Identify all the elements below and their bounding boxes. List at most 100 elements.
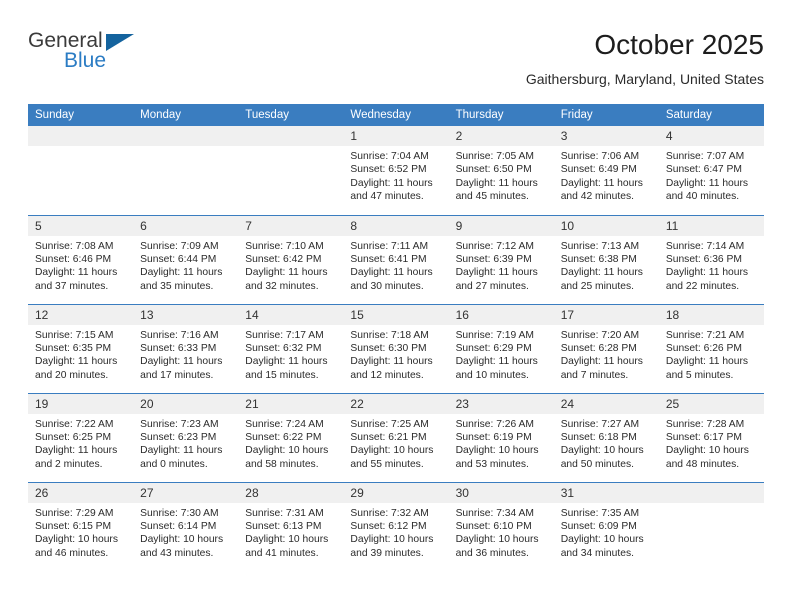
daylight-text-line2: and 15 minutes.	[245, 369, 319, 381]
calendar-day-cell[interactable]: 27 Sunrise: 7:30 AM Sunset: 6:14 PM Dayligh…	[133, 481, 239, 571]
daylight-text-line2: and 50 minutes.	[560, 458, 634, 470]
calendar-day-cell[interactable]: 28 Sunrise: 7:31 AM Sunset: 6:13 PM Dayligh…	[238, 481, 344, 571]
calendar-day-cell[interactable]: 12 Sunrise: 7:15 AM Sunset: 6:35 PM Dayligh…	[28, 303, 134, 393]
calendar-day-cell-empty	[658, 481, 764, 571]
calendar-day-cell[interactable]: 13 Sunrise: 7:16 AM Sunset: 6:33 PM Dayligh…	[133, 303, 239, 393]
daylight-text-line1: Daylight: 10 hours	[455, 445, 539, 457]
sunrise-text: Sunrise: 7:05 AM	[455, 151, 534, 162]
calendar-day-cell[interactable]: 3 Sunrise: 7:06 AM Sunset: 6:49 PM Daylight…	[553, 126, 659, 215]
calendar-day-cell[interactable]: 1 Sunrise: 7:04 AM Sunset: 6:52 PM Daylight…	[343, 126, 449, 215]
day-number: 28	[238, 482, 344, 503]
calendar-day-cell[interactable]: 10 Sunrise: 7:13 AM Sunset: 6:38 PM Dayligh…	[553, 214, 659, 304]
calendar-day-cell[interactable]: 9 Sunrise: 7:12 AM Sunset: 6:39 PM Daylight…	[448, 214, 554, 304]
day-details: Sunrise: 7:32 AM Sunset: 6:12 PM Daylight:…	[343, 503, 448, 561]
day-number: 10	[553, 215, 659, 236]
daylight-text-line2: and 39 minutes.	[350, 547, 424, 559]
day-details: Sunrise: 7:31 AM Sunset: 6:13 PM Daylight:…	[238, 503, 343, 561]
day-details: Sunrise: 7:22 AM Sunset: 6:25 PM Daylight:…	[28, 414, 133, 472]
sunset-text: Sunset: 6:12 PM	[350, 520, 427, 532]
sunrise-text: Sunrise: 7:22 AM	[35, 418, 114, 430]
daylight-text-line2: and 41 minutes.	[245, 547, 319, 559]
daylight-text-line2: and 53 minutes.	[455, 458, 529, 470]
calendar-day-cell[interactable]: 11 Sunrise: 7:14 AM Sunset: 6:36 PM Dayligh…	[658, 214, 764, 304]
calendar-day-cell[interactable]: 19 Sunrise: 7:22 AM Sunset: 6:25 PM Dayligh…	[28, 392, 134, 482]
sunset-text: Sunset: 6:46 PM	[35, 253, 112, 265]
day-number: 9	[448, 215, 554, 236]
calendar-day-cell[interactable]: 31 Sunrise: 7:35 AM Sunset: 6:09 PM Dayligh…	[553, 481, 659, 571]
day-details: Sunrise: 7:06 AM Sunset: 6:49 PM Daylight:…	[554, 146, 659, 204]
day-number	[133, 126, 239, 146]
calendar-week-row: 26 Sunrise: 7:29 AM Sunset: 6:15 PM Dayligh…	[28, 481, 764, 571]
daylight-text-line2: and 43 minutes.	[140, 547, 214, 559]
page-subtitle: Gaithersburg, Maryland, United States	[525, 71, 764, 87]
sunrise-text: Sunrise: 7:20 AM	[560, 329, 640, 341]
daylight-text-line1: Daylight: 11 hours	[350, 356, 433, 368]
sunset-text: Sunset: 6:17 PM	[665, 431, 742, 443]
daylight-text-line2: and 42 minutes.	[560, 191, 634, 203]
daylight-text-line1: Daylight: 10 hours	[560, 445, 644, 457]
daylight-text-line2: and 2 minutes.	[35, 458, 103, 470]
daylight-text-line1: Daylight: 10 hours	[35, 534, 118, 546]
sunset-text: Sunset: 6:09 PM	[560, 520, 637, 532]
sunrise-text: Sunrise: 7:29 AM	[35, 507, 114, 519]
sunset-text: Sunset: 6:32 PM	[245, 342, 322, 354]
day-number	[28, 126, 134, 146]
sunset-text: Sunset: 6:50 PM	[455, 164, 532, 176]
sunset-text: Sunset: 6:18 PM	[560, 431, 637, 443]
sunrise-text: Sunrise: 7:30 AM	[140, 507, 219, 519]
daylight-text-line2: and 12 minutes.	[350, 369, 424, 381]
daylight-text-line2: and 45 minutes.	[455, 191, 529, 203]
calendar-day-cell[interactable]: 22 Sunrise: 7:25 AM Sunset: 6:21 PM Dayligh…	[343, 392, 449, 482]
calendar-day-cell[interactable]: 8 Sunrise: 7:11 AM Sunset: 6:41 PM Daylight…	[343, 214, 449, 304]
sunrise-text: Sunrise: 7:28 AM	[665, 418, 745, 430]
calendar-day-cell[interactable]: 24 Sunrise: 7:27 AM Sunset: 6:18 PM Dayligh…	[553, 392, 659, 482]
sunrise-text: Sunrise: 7:07 AM	[665, 151, 745, 162]
calendar-day-cell-empty	[28, 126, 134, 215]
brand-logo[interactable]: General Blue	[28, 28, 158, 78]
calendar-day-cell[interactable]: 7 Sunrise: 7:10 AM Sunset: 6:42 PM Daylight…	[238, 214, 344, 304]
day-details: Sunrise: 7:21 AM Sunset: 6:26 PM Daylight:…	[659, 325, 764, 383]
sunset-text: Sunset: 6:35 PM	[35, 342, 112, 354]
sunset-text: Sunset: 6:19 PM	[455, 431, 532, 443]
weekday-header-wednesday: Wednesday	[343, 104, 449, 126]
daylight-text-line2: and 32 minutes.	[245, 280, 319, 292]
calendar-day-cell[interactable]: 30 Sunrise: 7:34 AM Sunset: 6:10 PM Dayligh…	[448, 481, 554, 571]
daylight-text-line1: Daylight: 10 hours	[245, 534, 329, 546]
calendar-day-cell[interactable]: 21 Sunrise: 7:24 AM Sunset: 6:22 PM Dayligh…	[238, 392, 344, 482]
calendar-day-cell[interactable]: 16 Sunrise: 7:19 AM Sunset: 6:29 PM Dayligh…	[448, 303, 554, 393]
calendar-day-cell[interactable]: 20 Sunrise: 7:23 AM Sunset: 6:23 PM Dayligh…	[133, 392, 239, 482]
sunrise-text: Sunrise: 7:15 AM	[35, 329, 114, 341]
calendar-day-cell[interactable]: 17 Sunrise: 7:20 AM Sunset: 6:28 PM Dayligh…	[553, 303, 659, 393]
day-number: 22	[343, 393, 449, 414]
sunrise-text: Sunrise: 7:12 AM	[455, 240, 534, 252]
calendar-day-cell[interactable]: 14 Sunrise: 7:17 AM Sunset: 6:32 PM Dayligh…	[238, 303, 344, 393]
daylight-text-line1: Daylight: 11 hours	[665, 356, 749, 368]
calendar-day-cell[interactable]: 23 Sunrise: 7:26 AM Sunset: 6:19 PM Dayligh…	[448, 392, 554, 482]
calendar-day-cell[interactable]: 26 Sunrise: 7:29 AM Sunset: 6:15 PM Dayligh…	[28, 481, 134, 571]
daylight-text-line2: and 40 minutes.	[665, 191, 740, 203]
sunrise-text: Sunrise: 7:06 AM	[560, 151, 640, 162]
calendar-day-cell[interactable]: 25 Sunrise: 7:28 AM Sunset: 6:17 PM Dayligh…	[658, 392, 764, 482]
sunset-text: Sunset: 6:42 PM	[245, 253, 322, 265]
daylight-text-line2: and 22 minutes.	[665, 280, 740, 292]
daylight-text-line2: and 0 minutes.	[140, 458, 208, 470]
calendar-day-cell[interactable]: 18 Sunrise: 7:21 AM Sunset: 6:26 PM Dayligh…	[658, 303, 764, 393]
calendar-body: 1 Sunrise: 7:04 AM Sunset: 6:52 PM Daylight…	[28, 126, 764, 571]
daylight-text-line1: Daylight: 11 hours	[455, 177, 538, 189]
day-number: 25	[658, 393, 764, 414]
day-number: 8	[343, 215, 449, 236]
calendar-day-cell[interactable]: 29 Sunrise: 7:32 AM Sunset: 6:12 PM Dayligh…	[343, 481, 449, 571]
sunset-text: Sunset: 6:44 PM	[140, 253, 217, 265]
sunrise-text: Sunrise: 7:27 AM	[560, 418, 640, 430]
day-number	[658, 482, 764, 503]
sunset-text: Sunset: 6:30 PM	[350, 342, 427, 354]
calendar-day-cell[interactable]: 2 Sunrise: 7:05 AM Sunset: 6:50 PM Daylight…	[448, 126, 554, 215]
calendar-day-cell[interactable]: 4 Sunrise: 7:07 AM Sunset: 6:47 PM Daylight…	[658, 126, 764, 215]
calendar-day-cell[interactable]: 15 Sunrise: 7:18 AM Sunset: 6:30 PM Dayligh…	[343, 303, 449, 393]
daylight-text-line2: and 37 minutes.	[35, 280, 109, 292]
calendar-day-cell[interactable]: 6 Sunrise: 7:09 AM Sunset: 6:44 PM Daylight…	[133, 214, 239, 304]
calendar-week-row: 12 Sunrise: 7:15 AM Sunset: 6:35 PM Dayligh…	[28, 303, 764, 393]
daylight-text-line2: and 27 minutes.	[455, 280, 529, 292]
daylight-text-line1: Daylight: 11 hours	[35, 356, 118, 368]
calendar-day-cell[interactable]: 5 Sunrise: 7:08 AM Sunset: 6:46 PM Daylight…	[28, 214, 134, 304]
